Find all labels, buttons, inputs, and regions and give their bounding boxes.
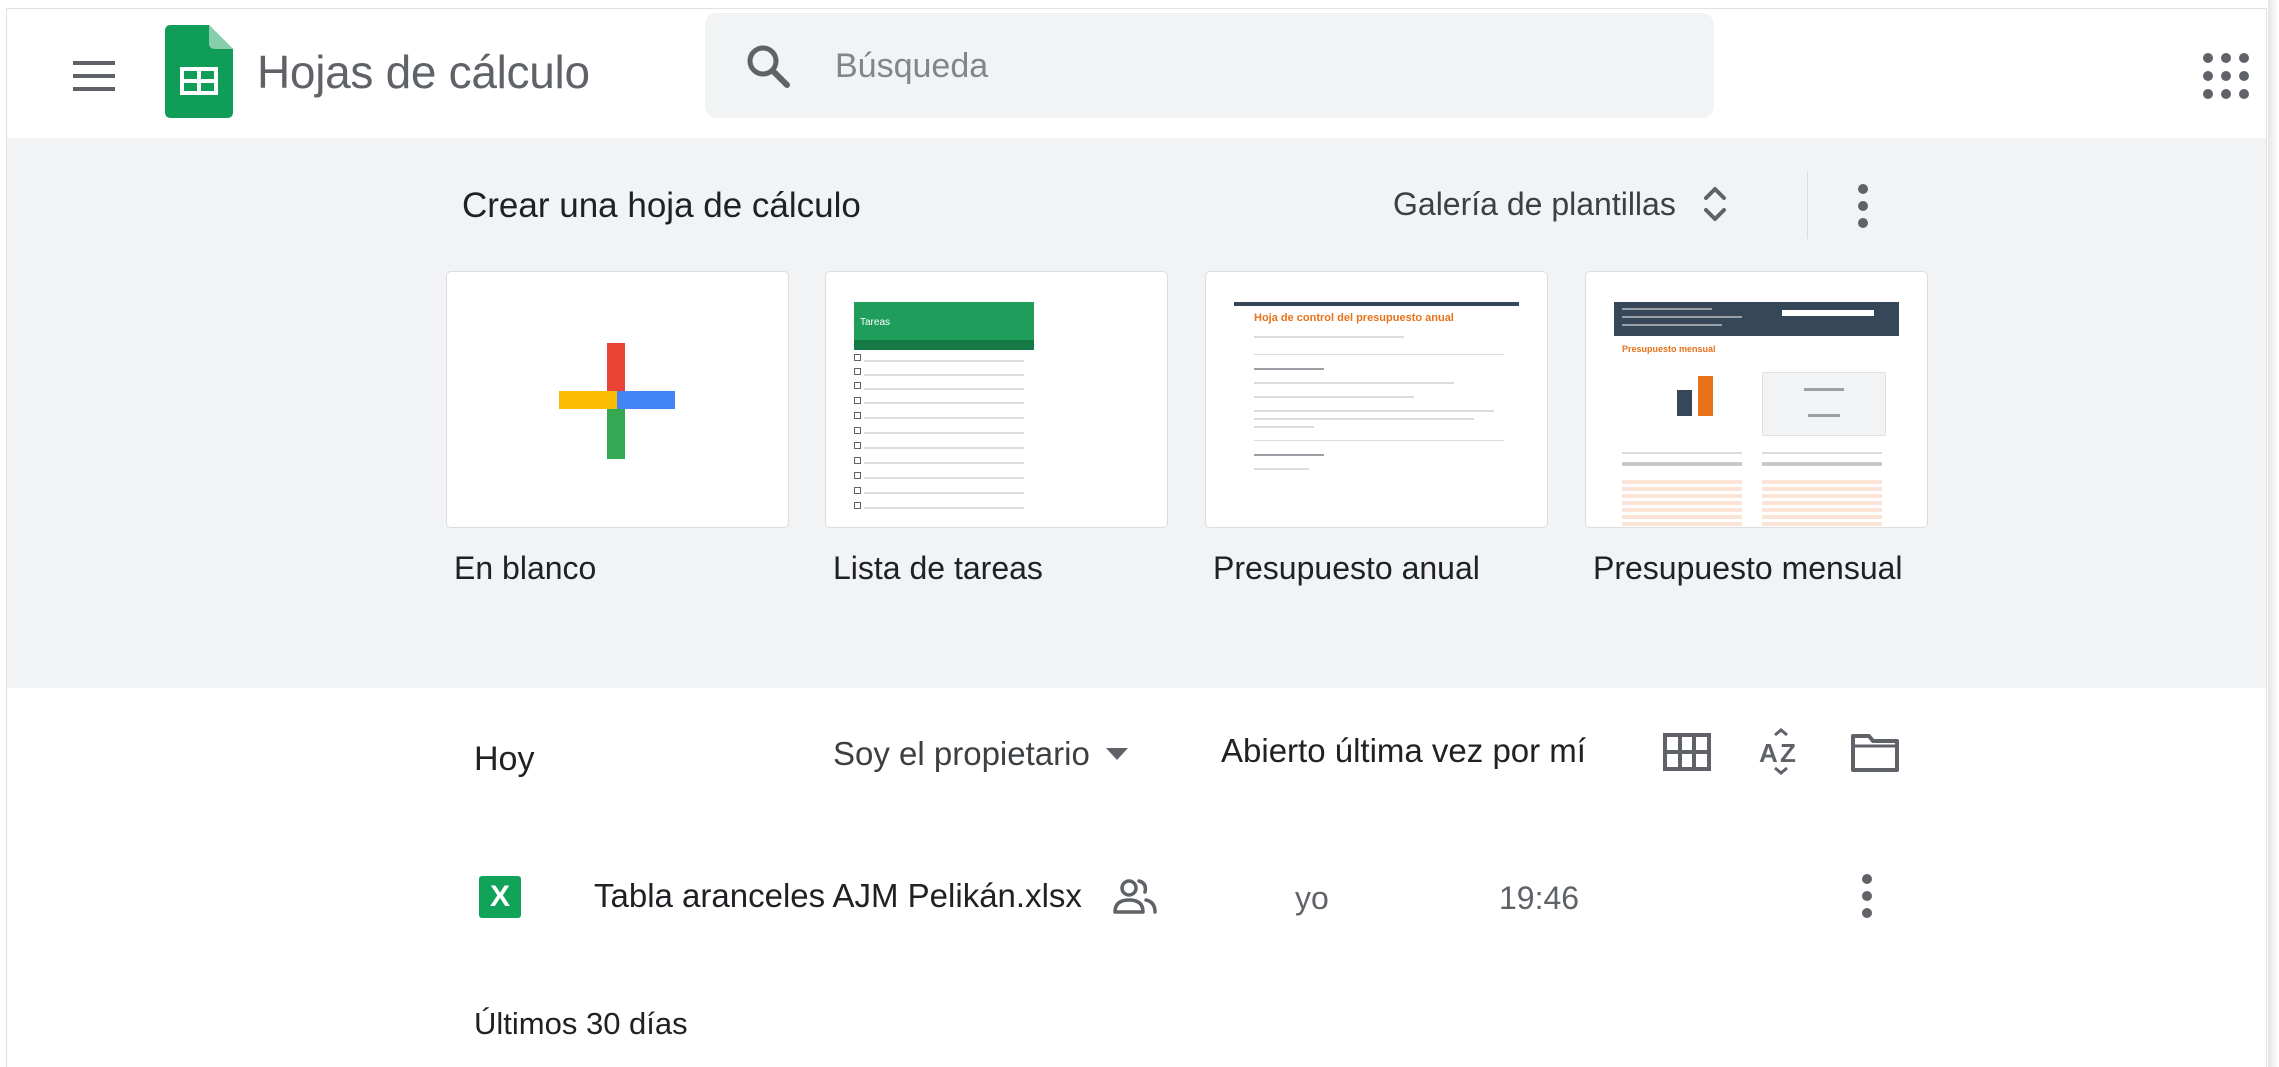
recent-files-section: Hoy Soy el propietario Abierto última ve… [7, 688, 2267, 1067]
excel-file-icon: X [479, 876, 521, 918]
sort-az-icon: A Z [1759, 728, 1796, 775]
template-label-annual-budget[interactable]: Presupuesto anual [1213, 550, 1480, 587]
menu-icon [73, 61, 115, 91]
monthly-budget-preview-title: Presupuesto mensual [1622, 344, 1716, 354]
shared-people-icon [1113, 879, 1157, 914]
svg-text:Z: Z [1780, 738, 1796, 768]
section-heading-last-30-days: Últimos 30 días [474, 1006, 688, 1041]
search-icon[interactable] [745, 43, 791, 89]
folder-icon [1851, 734, 1899, 772]
template-gallery-button[interactable]: Galería de plantillas [1393, 176, 1730, 232]
toolbar-divider [1807, 171, 1808, 239]
app-title: Hojas de cálculo [257, 46, 590, 98]
template-card-todo[interactable]: Tareas [825, 271, 1168, 528]
owner-filter-label: Soy el propietario [833, 735, 1090, 772]
section-heading-today: Hoy [474, 740, 535, 778]
window-shadow [2268, 0, 2279, 1067]
template-label-todo[interactable]: Lista de tareas [833, 550, 1043, 587]
app-window: Hojas de cálculo Crear una hoja de cálcu… [0, 0, 2279, 1067]
file-name[interactable]: Tabla aranceles AJM Pelikán.xlsx [594, 877, 1082, 915]
top-bar: Hojas de cálculo [7, 9, 2267, 138]
search-bar[interactable] [705, 13, 1714, 118]
template-label-monthly-budget[interactable]: Presupuesto mensual [1593, 550, 1903, 587]
todo-preview-title: Tareas [860, 317, 891, 328]
file-row[interactable]: X Tabla aranceles AJM Pelikán.xlsx yo 19… [7, 856, 2267, 936]
sort-order-button[interactable]: Abierto última vez por mí [1221, 732, 1586, 770]
caret-down-icon [1105, 748, 1128, 760]
more-vert-icon[interactable] [1847, 866, 1887, 926]
more-vert-icon[interactable] [1843, 176, 1883, 236]
apps-grid-icon[interactable] [2197, 47, 2255, 105]
template-card-blank[interactable] [446, 271, 789, 528]
owner-filter-dropdown[interactable]: Soy el propietario [833, 726, 1128, 782]
template-gallery-section: Crear una hoja de cálculo Galería de pla… [7, 138, 2267, 688]
todo-preview: Tareas [854, 302, 1034, 527]
sheets-logo-icon[interactable] [165, 25, 233, 118]
grid-view-button[interactable] [1657, 724, 1717, 780]
template-card-annual-budget[interactable]: Hoja de control del presupuesto anual [1205, 271, 1548, 528]
sort-az-button[interactable]: A Z [1751, 724, 1811, 780]
annual-budget-preview-title: Hoja de control del presupuesto anual [1254, 312, 1454, 324]
file-owner: yo [1295, 880, 1329, 916]
template-label-blank[interactable]: En blanco [454, 550, 596, 587]
create-heading: Crear una hoja de cálculo [462, 186, 861, 225]
main-menu-button[interactable] [59, 46, 129, 106]
unfold-more-icon [1703, 187, 1726, 221]
grid-view-icon [1663, 733, 1711, 771]
search-input[interactable] [835, 37, 1655, 95]
file-last-opened: 19:46 [1499, 880, 1580, 916]
annual-budget-preview: Hoja de control del presupuesto anual [1234, 302, 1519, 527]
svg-text:A: A [1759, 738, 1778, 768]
monthly-budget-preview: Presupuesto mensual [1614, 302, 1899, 527]
open-file-picker-button[interactable] [1845, 724, 1905, 780]
template-gallery-label: Galería de plantillas [1393, 185, 1676, 222]
plus-multicolor-icon [559, 343, 675, 459]
template-card-monthly-budget[interactable]: Presupuesto mensual [1585, 271, 1928, 528]
